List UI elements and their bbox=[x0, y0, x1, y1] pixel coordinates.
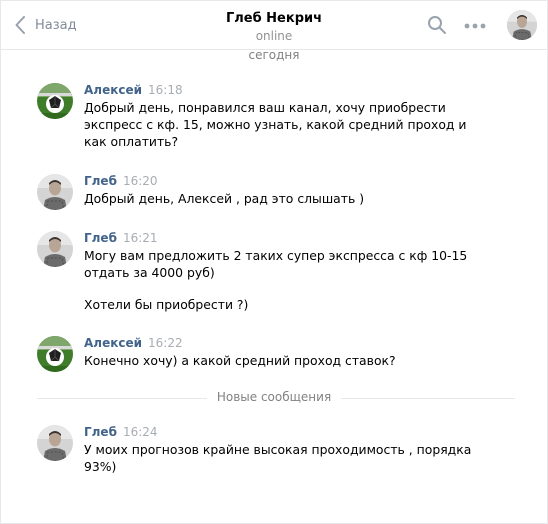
message-time: 16:24 bbox=[122, 425, 158, 439]
author-name[interactable]: Алексей bbox=[84, 336, 142, 350]
football-avatar-icon bbox=[37, 336, 73, 372]
message-text: Добрый день, Алексей , рад это слышать ) bbox=[84, 191, 365, 206]
new-messages-text: Новые сообщения bbox=[206, 390, 342, 404]
author-avatar[interactable] bbox=[37, 174, 73, 210]
search-icon[interactable] bbox=[427, 15, 447, 35]
person-avatar-icon bbox=[507, 10, 537, 40]
author-name[interactable]: Алексей bbox=[84, 83, 142, 97]
author-avatar[interactable] bbox=[37, 83, 73, 119]
message-text: Могу вам предложить 2 таких супер экспре… bbox=[84, 248, 468, 280]
message-time: 16:21 bbox=[122, 231, 158, 245]
person-avatar-icon bbox=[37, 425, 73, 461]
chat-header: Назад Глеб Некрич online bbox=[1, 1, 547, 50]
author-name[interactable]: Глеб bbox=[84, 425, 117, 439]
chat-window: Назад Глеб Некрич online сегодня Алексей… bbox=[0, 0, 548, 524]
message-time: 16:20 bbox=[122, 174, 158, 188]
author-name[interactable]: Глеб bbox=[84, 174, 117, 188]
author-avatar[interactable] bbox=[37, 425, 73, 461]
message-time: 16:22 bbox=[148, 336, 183, 350]
message-text: Конечно хочу) а какой средний проход ста… bbox=[84, 353, 396, 368]
more-icon[interactable] bbox=[464, 23, 486, 29]
person-avatar-icon bbox=[37, 174, 73, 210]
message-text: У моих прогнозов крайне высокая проходим… bbox=[84, 442, 472, 474]
message-text: Хотели бы приобрести ?) bbox=[84, 297, 249, 312]
message-text: Добрый день, понравился ваш канал, хочу … bbox=[84, 100, 467, 149]
football-avatar-icon bbox=[37, 83, 73, 119]
header-avatar[interactable] bbox=[507, 10, 537, 40]
message-time: 16:18 bbox=[148, 83, 183, 97]
author-avatar[interactable] bbox=[37, 231, 73, 267]
author-name[interactable]: Глеб bbox=[84, 231, 117, 245]
new-messages-label: Новые сообщения bbox=[1, 390, 547, 404]
day-separator: сегодня bbox=[248, 48, 300, 62]
online-status: online bbox=[255, 29, 293, 43]
author-avatar[interactable] bbox=[37, 336, 73, 372]
person-avatar-icon bbox=[37, 231, 73, 267]
